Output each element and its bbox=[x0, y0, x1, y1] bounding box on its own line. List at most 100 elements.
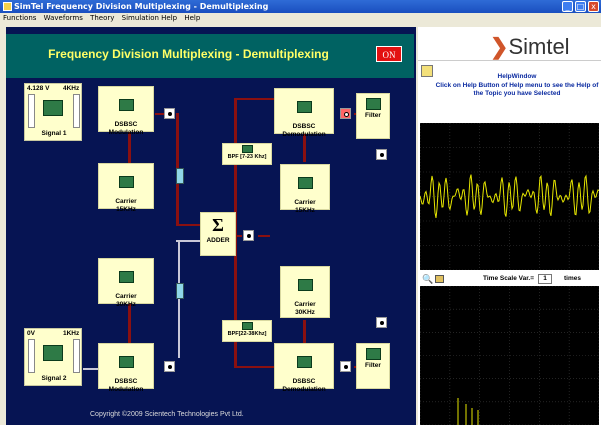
help-title: HelpWindow bbox=[497, 73, 537, 80]
menu-bar: Functions Waveforms Theory Simulation He… bbox=[0, 13, 601, 24]
block-icon bbox=[297, 279, 313, 291]
timescale-bar: 🔍 Time Scale Var.= 1 times bbox=[418, 272, 601, 286]
on-button[interactable]: ON bbox=[376, 46, 402, 62]
modulation-2-output-port[interactable] bbox=[164, 361, 175, 372]
sine-wave-icon bbox=[43, 345, 63, 361]
signal-1-voltage: 4.128 V bbox=[27, 85, 50, 92]
simtel-logo: ❯Simtel bbox=[490, 34, 570, 59]
adder-label: ADDER bbox=[206, 237, 230, 244]
block-icon bbox=[118, 99, 134, 111]
timescale-unit: times bbox=[564, 275, 581, 282]
filter-1[interactable]: Filter bbox=[356, 93, 390, 139]
dsbsc-demodulation-2[interactable]: DSBSC Demodulation bbox=[274, 343, 334, 393]
help-text: Click on Help Button of Help menu to see… bbox=[435, 82, 599, 97]
menu-theory[interactable]: Theory bbox=[90, 14, 114, 22]
block-icon bbox=[296, 356, 312, 368]
dsbsc-demodulation-1-label: DSBSC Demodulation bbox=[282, 123, 326, 138]
oscilloscope-2 bbox=[419, 285, 600, 425]
block-icon bbox=[297, 177, 313, 189]
signal-2-voltage: 0V bbox=[27, 330, 35, 337]
wire bbox=[258, 235, 270, 237]
voltage-slider[interactable] bbox=[28, 339, 35, 373]
oscilloscope-2-display bbox=[419, 285, 600, 425]
wire bbox=[178, 240, 180, 358]
oscilloscope-1-display bbox=[419, 122, 600, 271]
timescale-label: Time Scale Var.= bbox=[483, 275, 535, 282]
carrier-15khz-rx-label: Carrier 15KHz bbox=[294, 199, 316, 214]
carrier-15khz-tx[interactable]: Carrier 15KHz bbox=[98, 163, 154, 213]
filter-1-label: Filter bbox=[365, 112, 381, 119]
copyright-text: Copyright ©2009 Scientech Technologies P… bbox=[90, 411, 244, 418]
experiment-title: Frequency Division Multiplexing - Demult… bbox=[48, 47, 329, 61]
signal-1-generator: 4.128 V 4KHz Signal 1 bbox=[24, 83, 82, 141]
block-icon bbox=[118, 271, 134, 283]
filter-2[interactable]: Filter bbox=[356, 343, 390, 389]
dsbsc-modulation-2[interactable]: DSBSC Modulation bbox=[98, 343, 154, 393]
bpf-22-38khz[interactable]: BPF[22-38Khz] bbox=[222, 320, 272, 342]
timescale-input[interactable]: 1 bbox=[538, 274, 552, 284]
print-icon[interactable] bbox=[435, 275, 444, 283]
signal-2-freq: 1KHz bbox=[63, 330, 80, 337]
dsbsc-modulation-1[interactable]: DSBSC Modulation bbox=[98, 86, 154, 136]
window-titlebar: SimTel Frequency Division Multiplexing -… bbox=[0, 0, 601, 13]
signal-2-label: Signal 2 bbox=[41, 375, 67, 382]
bpf-7-23khz[interactable]: BPF [7-23 Khz] bbox=[222, 143, 272, 165]
window-title: SimTel Frequency Division Multiplexing -… bbox=[14, 2, 269, 11]
frequency-slider[interactable] bbox=[73, 94, 80, 128]
carrier-15khz-rx[interactable]: Carrier 15KHz bbox=[280, 164, 330, 214]
carrier-30khz-rx[interactable]: Carrier 30KHz bbox=[280, 266, 330, 318]
experiment-header: Frequency Division Multiplexing - Demult… bbox=[6, 34, 414, 78]
oscilloscope-1 bbox=[419, 122, 600, 271]
menu-help[interactable]: Help bbox=[184, 14, 200, 22]
help-window: HelpWindow Click on Help Button of Help … bbox=[418, 60, 601, 120]
logo-text: Simtel bbox=[508, 34, 570, 59]
signal-1-freq: 4KHz bbox=[63, 85, 80, 92]
dsbsc-modulation-2-label: DSBSC Modulation bbox=[108, 378, 144, 393]
filter-icon bbox=[241, 322, 253, 330]
adder-output-port[interactable] bbox=[243, 230, 254, 241]
carrier-30khz-tx[interactable]: Carrier 30KHz bbox=[98, 258, 154, 308]
help-icon[interactable] bbox=[421, 65, 433, 77]
demodulation-1-output-port[interactable] bbox=[340, 108, 351, 119]
waveform-trace bbox=[419, 174, 600, 218]
dsbsc-demodulation-2-label: DSBSC Demodulation bbox=[282, 378, 326, 393]
demodulation-2-output-port[interactable] bbox=[340, 361, 351, 372]
minimize-button[interactable]: _ bbox=[562, 1, 573, 12]
bpf-7-23khz-label: BPF [7-23 Khz] bbox=[227, 154, 267, 160]
filter-icon bbox=[365, 98, 381, 110]
carrier-30khz-rx-label: Carrier 30KHz bbox=[294, 301, 316, 316]
close-button[interactable]: x bbox=[588, 1, 599, 12]
block-icon bbox=[118, 176, 134, 188]
coupler-1[interactable] bbox=[176, 168, 184, 184]
carrier-15khz-tx-label: Carrier 15KHz bbox=[115, 198, 137, 213]
wire bbox=[234, 98, 274, 100]
block-icon bbox=[118, 356, 134, 368]
maximize-button[interactable]: □ bbox=[575, 1, 586, 12]
voltage-slider[interactable] bbox=[28, 94, 35, 128]
frequency-slider[interactable] bbox=[73, 339, 80, 373]
wire bbox=[176, 224, 200, 226]
filter-icon bbox=[365, 348, 381, 360]
wire bbox=[234, 366, 274, 368]
app-icon bbox=[3, 2, 12, 11]
adder-block[interactable]: Σ ADDER bbox=[200, 212, 236, 256]
carrier-30khz-tx-label: Carrier 30KHz bbox=[115, 293, 137, 308]
menu-waveforms[interactable]: Waveforms bbox=[44, 14, 83, 22]
block-icon bbox=[296, 101, 312, 113]
filter-1-output-port[interactable] bbox=[376, 149, 387, 160]
sigma-icon: Σ bbox=[212, 215, 224, 235]
dsbsc-modulation-1-label: DSBSC Modulation bbox=[108, 121, 144, 136]
coupler-2[interactable] bbox=[176, 283, 184, 299]
zoom-icon[interactable]: 🔍 bbox=[422, 272, 433, 286]
filter-2-label: Filter bbox=[365, 362, 381, 369]
filter-2-input-port[interactable] bbox=[376, 317, 387, 328]
signal-1-label: Signal 1 bbox=[41, 130, 67, 137]
sine-wave-icon bbox=[43, 100, 63, 116]
modulation-1-output-port[interactable] bbox=[164, 108, 175, 119]
bpf-22-38khz-label: BPF[22-38Khz] bbox=[227, 331, 267, 337]
signal-2-generator: 0V 1KHz Signal 2 bbox=[24, 328, 82, 386]
dsbsc-demodulation-1[interactable]: DSBSC Demodulation bbox=[274, 88, 334, 138]
filter-icon bbox=[241, 145, 253, 153]
menu-functions[interactable]: Functions bbox=[3, 14, 36, 22]
menu-simulation-help[interactable]: Simulation Help bbox=[122, 14, 177, 22]
